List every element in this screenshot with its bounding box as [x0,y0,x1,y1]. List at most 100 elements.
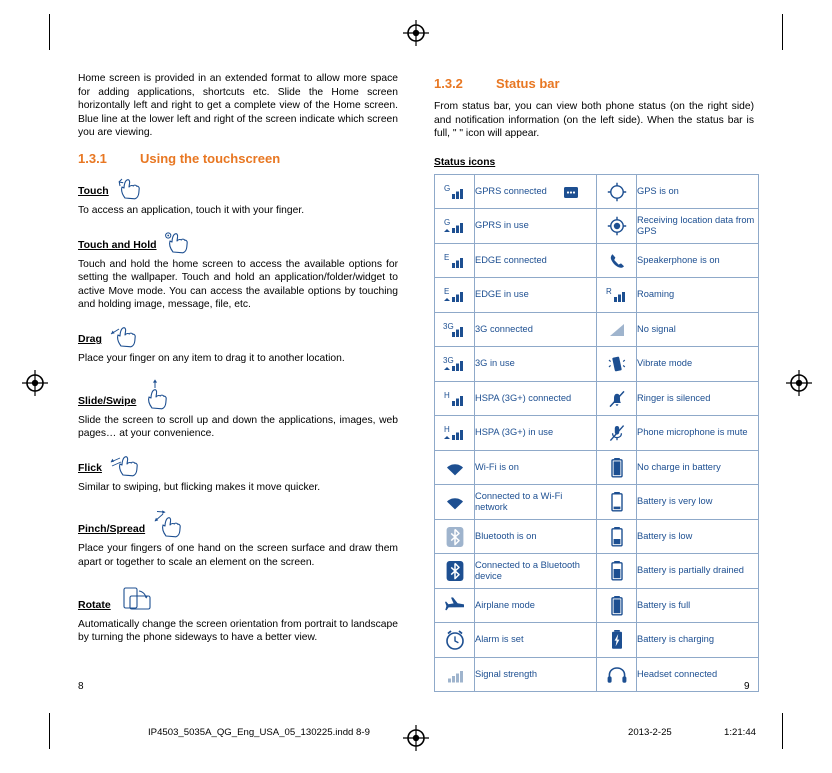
touch-and-hold-icon [164,231,191,255]
roaming-icon: R [596,277,637,313]
section-heading-1-3-2: 1.3.2 Status bar [434,76,754,91]
table-row: Bluetooth is on Battery is low [434,518,759,555]
slide-swipe-icon [144,378,170,411]
status-label: HSPA (3G+) connected [474,380,597,417]
wifi-on-icon [434,449,475,486]
table-row: Wi-Fi is on No charge in battery [434,449,759,486]
status-label: Signal strength [474,656,597,693]
status-label: Battery is charging [636,622,759,658]
flick-icon [110,454,142,478]
pinch-spread-icon [153,509,187,539]
touch-icon [117,177,143,201]
section-heading-1-3-1: 1.3.1 Using the touchscreen [78,151,398,166]
right-column: 1.3.2 Status bar From status bar, you ca… [434,72,759,693]
status-label: Connected to a Bluetooth device [474,553,597,589]
svg-text:E: E [444,287,449,296]
registration-mark-left [22,370,48,396]
document-page: Home screen is provided in an extended f… [0,0,832,773]
svg-text:3G: 3G [443,322,454,331]
battery-low-icon [596,518,637,555]
gesture-heading-slide-swipe: Slide/Swipe [78,377,398,411]
status-label: Battery is full [636,587,759,624]
section-title: Status bar [496,76,560,91]
gesture-name: Rotate [78,598,111,611]
page-number-right: 9 [744,681,750,692]
table-row: Signal strength Headset connected [434,656,759,693]
status-label: No signal [636,311,759,348]
gesture-name: Touch [78,184,109,197]
print-date: 2013-2-25 [628,727,672,738]
svg-text:G: G [444,184,450,193]
intro-paragraph: Home screen is provided in an extended f… [78,73,398,139]
print-filename: IP4503_5035A_QG_Eng_USA_05_130225.indd 8… [148,727,370,738]
status-label: 3G connected [474,311,597,348]
gesture-name: Touch and Hold [78,238,157,251]
status-label: EDGE connected [474,242,597,279]
3g-in-use-icon: 3G [434,346,475,382]
status-bar-intro-text: From status bar, you can view both phone… [434,101,754,140]
table-row: E EDGE in use R Roaming [434,277,759,313]
hspa-in-use-icon: H [434,415,475,451]
gesture-text-touch: To access an application, touch it with … [78,204,305,216]
alarm-set-icon [434,622,475,658]
gesture-heading-touch: Touch [78,175,398,201]
edge-connected-icon: E [434,242,475,279]
svg-text:3G: 3G [443,356,454,365]
gprs-in-use-icon: G [434,208,475,244]
gesture-heading-rotate: Rotate [78,581,398,615]
table-row: 3G 3G connected No signal [434,311,759,348]
battery-partially-drained-icon [596,553,637,589]
gps-on-icon [596,173,637,210]
registration-mark-top [403,20,429,46]
svg-text:H: H [444,425,450,434]
gesture-text-slide-swipe: Slide the screen to scroll up and down t… [78,414,398,440]
gesture-heading-pinch-spread: Pinch/Spread [78,505,398,539]
section-number: 1.3.2 [434,76,463,91]
gesture-text-rotate: Automatically change the screen orientat… [78,618,398,644]
bluetooth-on-icon [434,518,475,555]
status-label: Bluetooth is on [474,518,597,555]
no-signal-icon [596,311,637,348]
gesture-name: Pinch/Spread [78,523,146,536]
no-charge-battery-icon [596,449,637,486]
crop-mark-top-right-v [782,14,783,50]
status-label: Vibrate mode [636,346,759,382]
status-label: HSPA (3G+) in use [474,415,597,451]
status-label: Battery is very low [636,484,759,520]
status-label: Ringer is silenced [636,380,759,417]
battery-full-icon [596,587,637,624]
status-label: Phone microphone is mute [636,415,759,451]
registration-mark-right [786,370,812,396]
gesture-text-touch-and-hold: Touch and hold the home screen to access… [78,258,398,311]
rotate-icon [119,585,153,615]
svg-text:R: R [606,287,612,296]
table-row: E EDGE connected Speakerphone is on [434,242,759,279]
gesture-text-flick: Similar to swiping, but flicking makes i… [78,481,321,493]
section-title: Using the touchscreen [140,150,281,166]
gesture-name: Slide/Swipe [78,394,137,407]
status-label: EDGE in use [474,277,597,313]
gesture-heading-touch-and-hold: Touch and Hold [78,229,398,255]
airplane-mode-icon [434,587,475,624]
gesture-name: Flick [78,461,102,474]
crop-mark-bottom-left-v [49,713,50,749]
receiving-location-data-icon [596,208,637,244]
edge-in-use-icon: E [434,277,475,313]
ringer-silenced-icon [596,380,637,417]
table-row: Connected to a Bluetooth device Battery … [434,553,759,589]
gprs-connected-icon: G [434,173,475,210]
battery-very-low-icon [596,484,637,520]
status-label: Roaming [636,277,759,313]
status-label: GPRS connected [474,173,597,210]
status-bar-full-icon [564,185,578,203]
phone-microphone-mute-icon [596,415,637,451]
status-label: 3G in use [474,346,597,382]
3g-connected-icon: 3G [434,311,475,348]
status-label: Headset connected [636,656,759,693]
status-label: Alarm is set [474,622,597,658]
registration-mark-bottom [403,725,429,751]
section-number: 1.3.1 [78,150,107,166]
status-bar-intro: From status bar, you can view both phone… [434,100,754,141]
status-icons-table: G GPRS connected GPS is on G GPRS in use… [434,173,759,693]
status-label: Airplane mode [474,587,597,624]
